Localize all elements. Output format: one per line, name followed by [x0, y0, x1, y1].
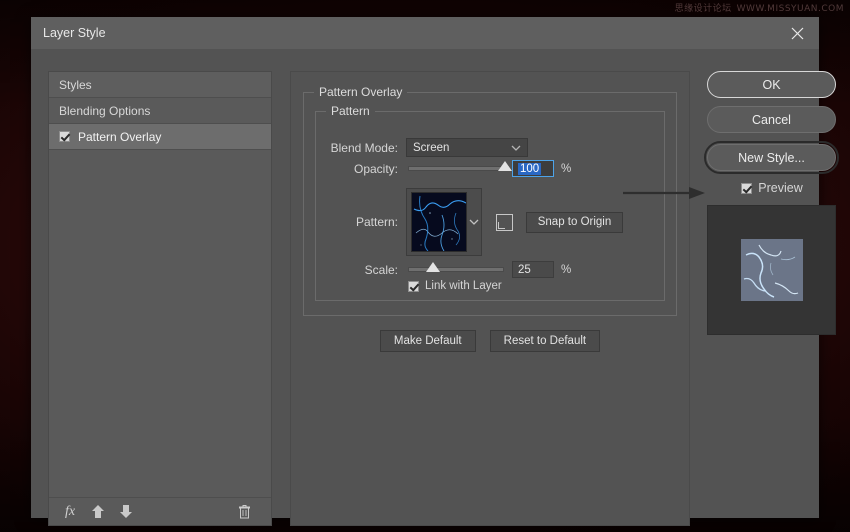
scale-label: Scale: — [326, 263, 398, 277]
preview-panel — [707, 205, 836, 335]
scale-row: Scale: 25 % — [326, 261, 571, 278]
sidebar-toolbar: fx — [49, 497, 271, 525]
new-style-label: New Style... — [738, 151, 805, 165]
scale-slider-thumb[interactable] — [426, 262, 440, 272]
blend-mode-select[interactable]: Screen — [406, 138, 528, 157]
arrow-up-icon[interactable] — [87, 502, 109, 522]
sidebar-empty-area — [49, 150, 271, 497]
pattern-overlay-group: Pattern Overlay Pattern Blend Mode: Scre… — [303, 92, 677, 316]
preview-label: Preview — [758, 181, 802, 195]
scale-input[interactable]: 25 — [512, 261, 554, 278]
watermark: 思缘设计论坛 WWW.MISSYUAN.COM — [675, 1, 844, 14]
link-with-layer-checkbox[interactable] — [408, 281, 419, 292]
blend-mode-label: Blend Mode: — [326, 141, 398, 155]
pattern-row: Pattern: — [326, 188, 623, 256]
fx-icon[interactable]: fx — [59, 502, 81, 522]
new-style-highlight-ring: New Style... — [704, 141, 839, 174]
make-default-label: Make Default — [394, 335, 462, 347]
options-panel: Pattern Overlay Pattern Blend Mode: Scre… — [290, 71, 690, 526]
opacity-unit: % — [561, 163, 571, 175]
link-with-layer-label: Link with Layer — [425, 280, 502, 292]
opacity-slider[interactable] — [408, 166, 504, 171]
pattern-thumbnail[interactable] — [411, 192, 467, 252]
scale-slider-track — [408, 267, 504, 272]
ok-label: OK — [762, 78, 780, 92]
opacity-row: Opacity: 100 % — [326, 160, 571, 177]
sidebar-item-pattern-overlay[interactable]: Pattern Overlay — [49, 124, 271, 150]
preview-thumbnail — [741, 239, 803, 301]
sidebar-item-label: Styles — [59, 78, 92, 92]
reset-to-default-label: Reset to Default — [504, 335, 586, 347]
annotation-arrow-icon — [623, 186, 707, 200]
dialog-body: Styles Blending Options Pattern Overlay … — [31, 49, 819, 518]
watermark-cn-text: 思缘设计论坛 — [675, 4, 732, 14]
layer-style-dialog: Layer Style Styles Blending Options Patt… — [31, 17, 819, 518]
preview-row[interactable]: Preview — [707, 181, 837, 195]
pattern-picker[interactable] — [406, 188, 482, 256]
arrow-down-icon[interactable] — [115, 502, 137, 522]
default-buttons-row: Make Default Reset to Default — [291, 330, 689, 352]
snap-to-origin-label: Snap to Origin — [538, 216, 612, 228]
opacity-input[interactable]: 100 — [512, 160, 554, 177]
sidebar-item-label: Pattern Overlay — [78, 130, 161, 144]
close-icon[interactable] — [775, 17, 819, 49]
chevron-down-icon[interactable] — [467, 219, 481, 225]
sidebar-item-styles[interactable]: Styles — [49, 72, 271, 98]
opacity-label: Opacity: — [326, 162, 398, 176]
sidebar-item-blending-options[interactable]: Blending Options — [49, 98, 271, 124]
styles-sidebar: Styles Blending Options Pattern Overlay … — [48, 71, 272, 526]
make-default-button[interactable]: Make Default — [380, 330, 476, 352]
preview-checkbox[interactable] — [741, 183, 752, 194]
opacity-slider-track — [408, 166, 504, 171]
dialog-titlebar: Layer Style — [31, 17, 819, 49]
link-with-layer-row[interactable]: Link with Layer — [408, 280, 502, 292]
opacity-slider-thumb[interactable] — [498, 161, 512, 171]
ok-button[interactable]: OK — [707, 71, 836, 98]
blend-mode-row: Blend Mode: Screen — [326, 138, 528, 157]
opacity-value: 100 — [518, 163, 541, 175]
new-style-button[interactable]: New Style... — [707, 144, 836, 171]
cancel-button[interactable]: Cancel — [707, 106, 836, 133]
pattern-overlay-checkbox[interactable] — [59, 131, 70, 142]
chevron-down-icon — [511, 143, 521, 153]
scale-slider[interactable] — [408, 267, 504, 272]
cancel-label: Cancel — [752, 113, 791, 127]
dialog-actions-column: OK Cancel New Style... Preview — [707, 71, 837, 335]
reset-to-default-button[interactable]: Reset to Default — [490, 330, 600, 352]
blend-mode-value: Screen — [413, 142, 449, 154]
pattern-label: Pattern: — [326, 215, 398, 229]
scale-unit: % — [561, 264, 571, 276]
dialog-title: Layer Style — [43, 26, 106, 40]
watermark-url-text: WWW.MISSYUAN.COM — [737, 4, 844, 14]
trash-icon[interactable] — [233, 502, 255, 522]
new-pattern-icon[interactable] — [496, 214, 513, 231]
scale-value: 25 — [518, 264, 531, 276]
snap-to-origin-button[interactable]: Snap to Origin — [526, 212, 623, 233]
pattern-group-label: Pattern — [326, 104, 375, 118]
pattern-group: Pattern Blend Mode: Screen — [315, 111, 665, 301]
sidebar-item-label: Blending Options — [59, 104, 150, 118]
pattern-overlay-group-label: Pattern Overlay — [314, 85, 407, 99]
